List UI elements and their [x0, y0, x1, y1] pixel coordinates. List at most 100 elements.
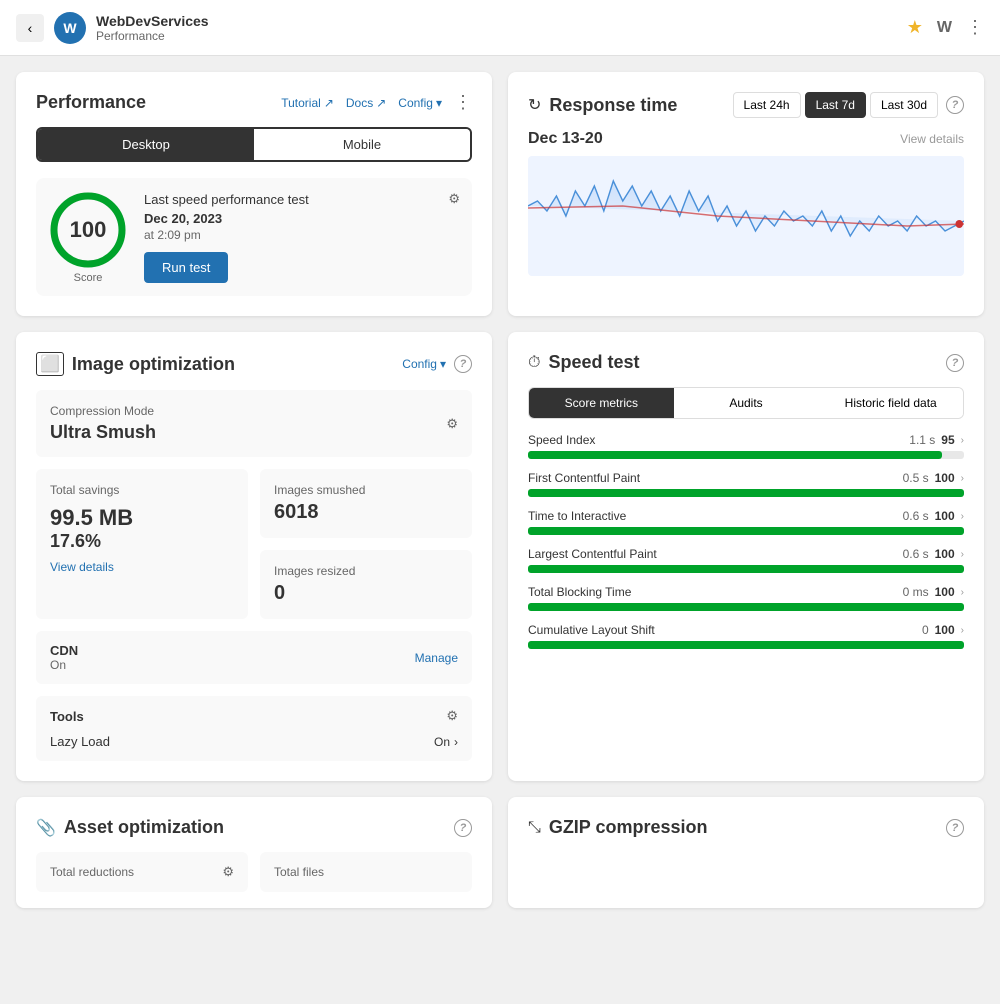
metrics-list: Speed Index 1.1 s 95 › First Contentful …	[528, 433, 964, 649]
metric-name-speed-index: Speed Index	[528, 433, 595, 447]
lazy-load-chevron-icon: ›	[454, 735, 458, 749]
tools-box: Tools ⚙ Lazy Load On ›	[36, 696, 472, 761]
main-content: Performance Tutorial ↗ Docs ↗ Config ▾ ⋮…	[0, 56, 1000, 924]
image-opt-help-icon[interactable]: ?	[454, 355, 472, 373]
date-row: Dec 13-20 View details	[528, 130, 964, 148]
score-metrics-tab[interactable]: Score metrics	[529, 388, 674, 418]
score-section: 100 Score Last speed performance test ⚙ …	[36, 178, 472, 296]
metric-bar-tti	[528, 527, 964, 535]
metric-bar-bg-tti	[528, 527, 964, 535]
tools-gear-icon[interactable]: ⚙	[446, 708, 458, 724]
date-range: Dec 13-20	[528, 130, 603, 148]
performance-header: Performance Tutorial ↗ Docs ↗ Config ▾ ⋮	[36, 92, 472, 113]
response-time-help-icon[interactable]: ?	[946, 96, 964, 114]
last-7d-tab[interactable]: Last 7d	[805, 92, 866, 118]
score-label: Score	[74, 272, 103, 284]
gzip-title-row: ⤡ GZIP compression	[528, 817, 708, 838]
performance-title: Performance	[36, 92, 146, 113]
desktop-tab[interactable]: Desktop	[38, 129, 254, 160]
metric-time-fcp: 0.5 s	[903, 471, 929, 485]
metric-right-speed-index: 1.1 s 95 ›	[909, 433, 964, 447]
metric-score-tti: 100	[935, 509, 955, 523]
config-chevron-icon: ▾	[440, 357, 446, 371]
metric-chevron-speed-index[interactable]: ›	[961, 435, 964, 446]
performance-dots-icon[interactable]: ⋮	[454, 92, 472, 113]
asset-optimization-card: 📎 Asset optimization ? Total reductions …	[16, 797, 492, 908]
tutorial-link[interactable]: Tutorial ↗	[281, 96, 334, 110]
performance-card: Performance Tutorial ↗ Docs ↗ Config ▾ ⋮…	[16, 72, 492, 316]
back-button[interactable]: ‹	[16, 14, 44, 42]
paperclip-icon: 📎	[36, 818, 56, 838]
asset-opt-title-row: 📎 Asset optimization	[36, 817, 224, 838]
gzip-help-icon[interactable]: ?	[946, 819, 964, 837]
image-config-link[interactable]: Config ▾	[402, 357, 446, 371]
metric-right-cls: 0 100 ›	[922, 623, 964, 637]
metric-bar-tbt	[528, 603, 964, 611]
speed-title-row: ⏱ Speed test	[528, 352, 640, 373]
wordpress-icon[interactable]: W	[937, 19, 952, 37]
last-30d-tab[interactable]: Last 30d	[870, 92, 938, 118]
last-24h-tab[interactable]: Last 24h	[733, 92, 801, 118]
asset-opt-help-icon[interactable]: ?	[454, 819, 472, 837]
audits-tab[interactable]: Audits	[674, 388, 819, 418]
gzip-icon: ⤡	[528, 819, 541, 837]
metric-score-lcp: 100	[935, 547, 955, 561]
metric-chevron-cls[interactable]: ›	[961, 625, 964, 636]
total-savings-label: Total savings	[50, 483, 119, 497]
metric-bar-bg-fcp	[528, 489, 964, 497]
metric-header-fcp: First Contentful Paint 0.5 s 100 ›	[528, 471, 964, 485]
images-resized-label: Images resized	[274, 564, 458, 578]
metric-row-cls: Cumulative Layout Shift 0 100 ›	[528, 623, 964, 649]
refresh-icon: ↻	[528, 95, 541, 115]
images-smushed-label: Images smushed	[274, 483, 458, 497]
more-options-icon[interactable]: ⋮	[966, 17, 984, 38]
response-time-header: ↻ Response time Last 24h Last 7d Last 30…	[528, 92, 964, 118]
metric-header-cls: Cumulative Layout Shift 0 100 ›	[528, 623, 964, 637]
docs-link[interactable]: Docs ↗	[346, 96, 386, 110]
speed-test-help-icon[interactable]: ?	[946, 354, 964, 372]
view-details-link[interactable]: View details	[50, 560, 234, 574]
tools-label: Tools	[50, 709, 84, 724]
metric-name-cls: Cumulative Layout Shift	[528, 623, 655, 637]
speed-test-tabs: Score metrics Audits Historic field data	[528, 387, 964, 419]
metric-chevron-tbt[interactable]: ›	[961, 587, 964, 598]
metric-row-fcp: First Contentful Paint 0.5 s 100 ›	[528, 471, 964, 497]
lazy-load-value[interactable]: On ›	[434, 735, 458, 749]
response-time-card: ↻ Response time Last 24h Last 7d Last 30…	[508, 72, 984, 316]
star-icon[interactable]: ★	[907, 17, 923, 38]
compression-gear-icon[interactable]: ⚙	[446, 416, 458, 432]
topbar-left: ‹ W WebDevServices Performance	[16, 12, 209, 44]
mobile-tab[interactable]: Mobile	[254, 129, 470, 160]
asset-opt-title: Asset optimization	[64, 817, 224, 838]
image-opt-header: ⬜ Image optimization Config ▾ ?	[36, 352, 472, 376]
compression-box: Compression Mode Ultra Smush ⚙	[36, 390, 472, 457]
metric-chevron-lcp[interactable]: ›	[961, 549, 964, 560]
tools-header: Tools ⚙	[50, 708, 458, 724]
view-details-link[interactable]: View details	[900, 132, 964, 146]
cdn-manage-link[interactable]: Manage	[415, 651, 458, 665]
asset-opt-header: 📎 Asset optimization ?	[36, 817, 472, 838]
speed-test-title: Speed test	[548, 352, 639, 373]
config-link[interactable]: Config ▾	[398, 96, 442, 110]
metric-name-fcp: First Contentful Paint	[528, 471, 640, 485]
total-reductions-gear-icon[interactable]: ⚙	[222, 864, 234, 880]
score-info: Last speed performance test ⚙ Dec 20, 20…	[144, 191, 460, 283]
external-link-icon2: ↗	[376, 96, 386, 110]
metric-score-cls: 100	[935, 623, 955, 637]
gear-icon[interactable]: ⚙	[448, 191, 460, 207]
images-resized-value: 0	[274, 582, 458, 605]
run-test-button[interactable]: Run test	[144, 252, 228, 283]
metric-time-tti: 0.6 s	[903, 509, 929, 523]
response-time-title: Response time	[549, 95, 677, 116]
last-test-time: at 2:09 pm	[144, 228, 460, 242]
metric-row-lcp: Largest Contentful Paint 0.6 s 100 ›	[528, 547, 964, 573]
stats-row: Total savings 99.5 MB 17.6% View details…	[36, 469, 472, 619]
last-test-date: Dec 20, 2023	[144, 211, 460, 226]
metric-chevron-fcp[interactable]: ›	[961, 473, 964, 484]
metric-time-lcp: 0.6 s	[903, 547, 929, 561]
historic-field-data-tab[interactable]: Historic field data	[818, 388, 963, 418]
metric-chevron-tti[interactable]: ›	[961, 511, 964, 522]
total-savings-mb: 99.5 MB	[50, 505, 234, 531]
gzip-card: ⤡ GZIP compression ?	[508, 797, 984, 908]
response-time-title-row: ↻ Response time	[528, 95, 677, 116]
